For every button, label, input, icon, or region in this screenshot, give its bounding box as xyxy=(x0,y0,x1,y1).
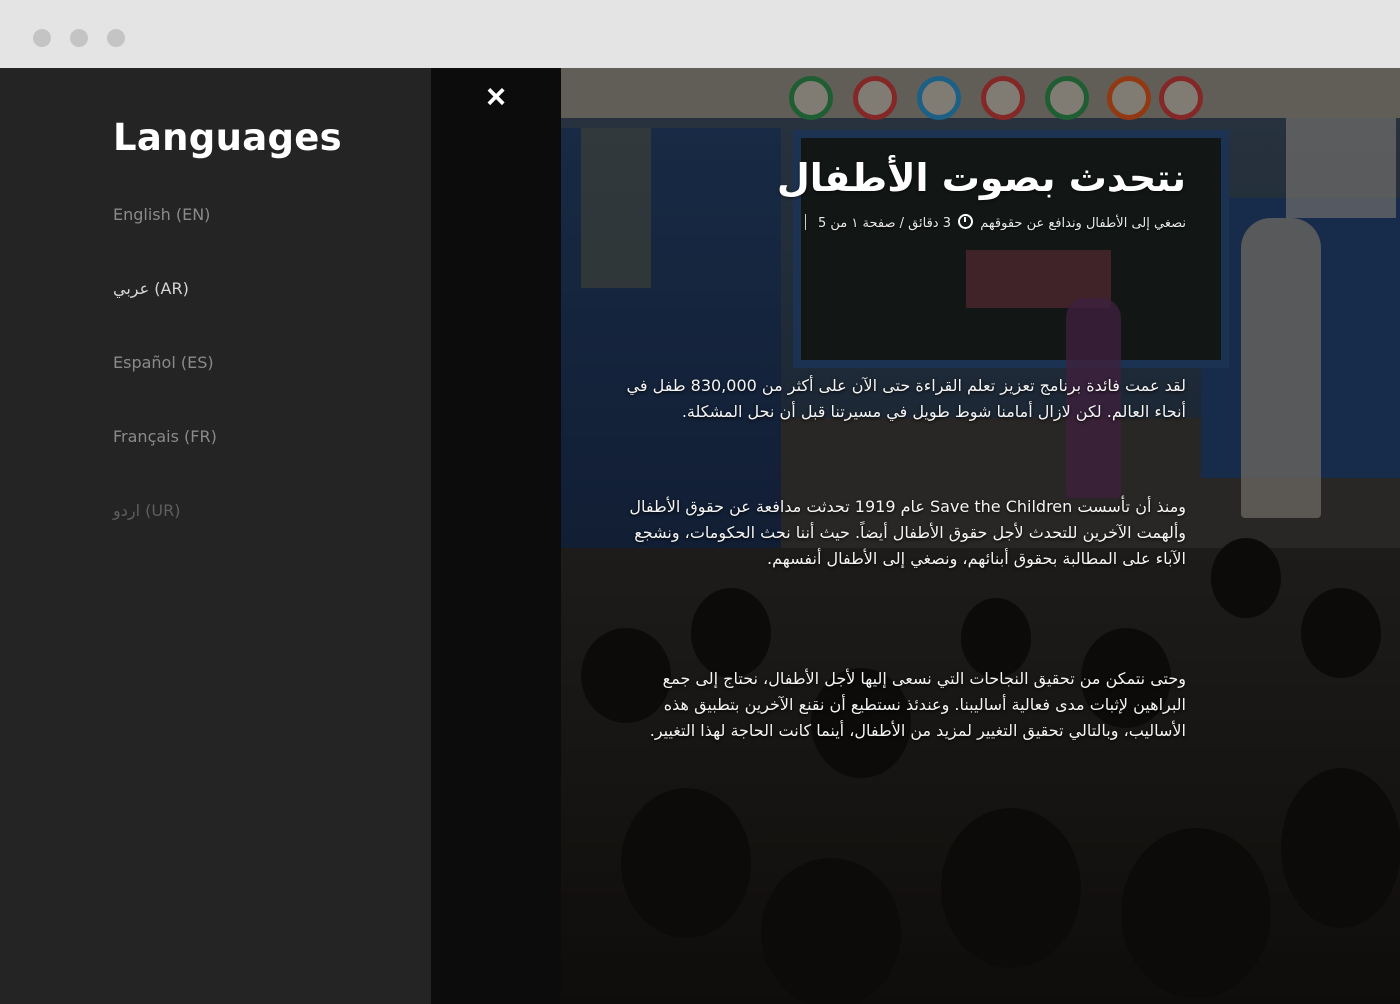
browser-chrome xyxy=(0,0,1400,68)
close-icon[interactable]: × xyxy=(481,80,511,114)
window-maximize-dot[interactable] xyxy=(107,29,125,47)
language-item-ar[interactable]: عربي (AR) xyxy=(113,279,217,353)
languages-title: Languages xyxy=(113,116,342,159)
article-paragraph: وحتى نتمكن من تحقيق النجاحات التي نسعى إ… xyxy=(649,669,1186,740)
meta-divider xyxy=(804,214,806,230)
article-paragraph: لقد عمت فائدة برنامج تعزيز تعلم القراءة … xyxy=(626,376,1186,421)
language-list: English (EN) عربي (AR) Español (ES) Fran… xyxy=(113,205,217,575)
language-item-es[interactable]: Español (ES) xyxy=(113,353,217,427)
page-viewport: Languages English (EN) عربي (AR) Español… xyxy=(0,68,1400,1004)
language-item-en[interactable]: English (EN) xyxy=(113,205,217,279)
languages-panel: Languages English (EN) عربي (AR) Español… xyxy=(0,68,431,1004)
language-item-ur[interactable]: اردو (UR) xyxy=(113,501,217,575)
language-item-fr[interactable]: Français (FR) xyxy=(113,427,217,501)
window-minimize-dot[interactable] xyxy=(70,29,88,47)
article-read-time: 3 دقائق / صفحة ١ من 5 xyxy=(818,216,951,231)
article-title: نتحدث بصوت الأطفال xyxy=(776,156,1186,200)
overlay-gutter xyxy=(431,68,561,1004)
article-paragraph: ومنذ أن تأسست Save the Children عام 1919… xyxy=(629,497,1186,568)
window-close-dot[interactable] xyxy=(33,29,51,47)
clock-icon xyxy=(958,214,974,229)
article-subtitle: نصغي إلى الأطفال وندافع عن حقوقهم xyxy=(980,216,1186,231)
article-meta: نصغي إلى الأطفال وندافع عن حقوقهم 3 دقائ… xyxy=(620,214,1186,234)
